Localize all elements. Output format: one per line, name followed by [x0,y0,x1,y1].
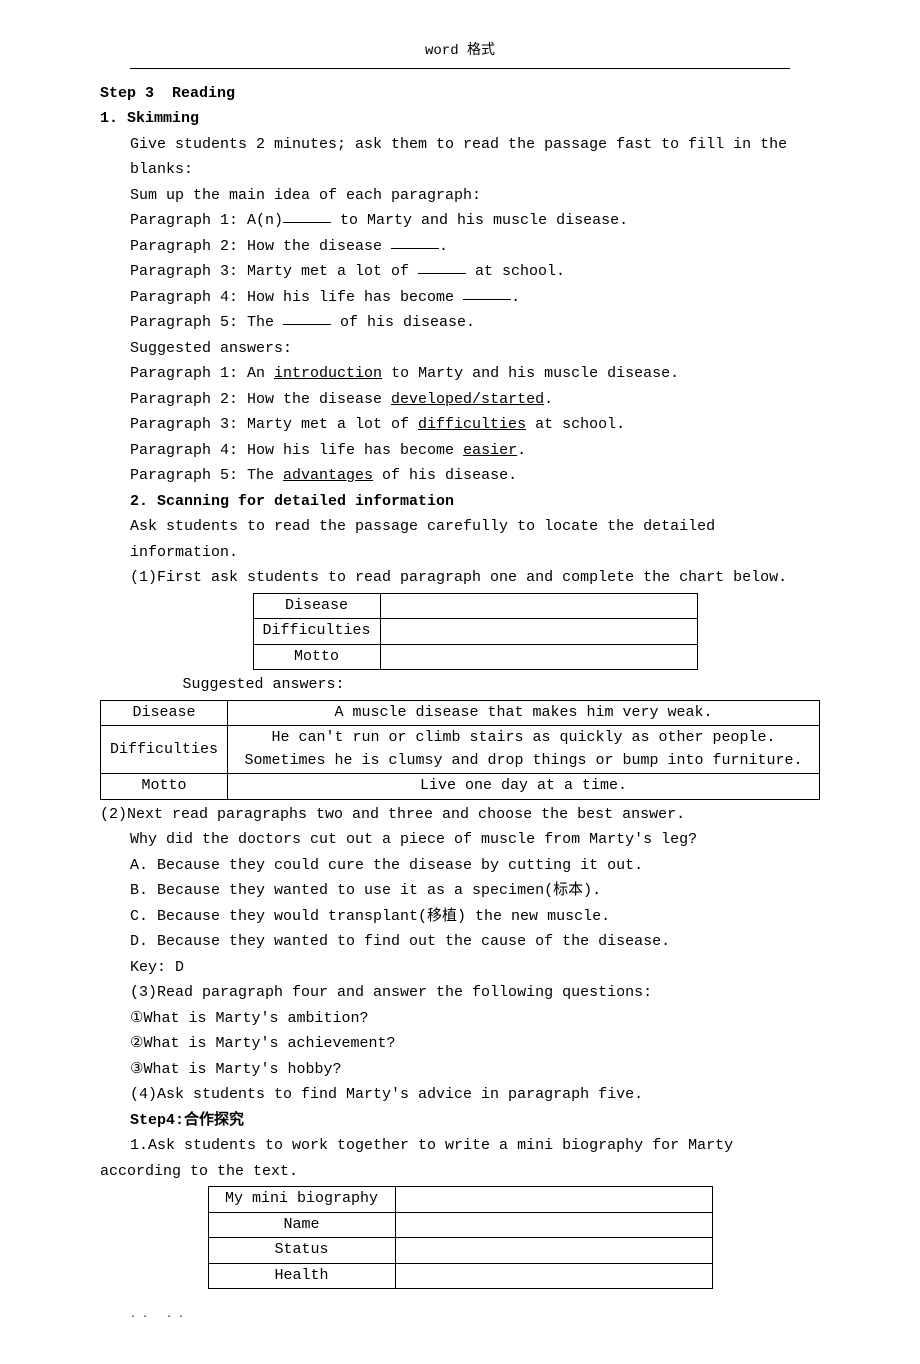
blank-cell[interactable] [395,1187,712,1213]
table-row: Health [208,1263,712,1289]
cell-disease: Disease [253,593,380,619]
blank-input[interactable] [283,207,331,223]
skimming-intro: Give students 2 minutes; ask them to rea… [130,132,820,183]
blank-cell[interactable] [395,1212,712,1238]
a3: Paragraph 3: Marty met a lot of difficul… [130,412,820,438]
header-rule [130,68,790,69]
table-row: Motto [253,644,697,670]
chart-answers-table: Disease A muscle disease that makes him … [100,700,820,800]
cell-difficulties-answer: He can't run or climb stairs as quickly … [228,726,820,774]
header-title: word 格式 [425,43,495,59]
p2-blank: Paragraph 2: How the disease . [130,234,820,260]
table-row: My mini biography [208,1187,712,1213]
blank-cell[interactable] [380,619,697,645]
page-header: word 格式 [100,40,820,68]
step3-title: Step 3 Reading [100,81,820,107]
a1: Paragraph 1: An introduction to Marty an… [130,361,820,387]
q3-a: ①What is Marty's ambition? [130,1006,820,1032]
table-row: Disease [253,593,697,619]
cell-disease-answer: A muscle disease that makes him very wea… [228,700,820,726]
a2: Paragraph 2: How the disease developed/s… [130,387,820,413]
chart-blank-table: Disease Difficulties Motto [253,593,698,671]
table-row: Difficulties He can't run or climb stair… [101,726,820,774]
blank-cell[interactable] [395,1238,712,1264]
q3-c: ③What is Marty's hobby? [130,1057,820,1083]
q2-option-b: B. Because they wanted to use it as a sp… [130,878,820,904]
document-page: word 格式 Step 3 Reading 1. Skimming Give … [0,0,920,1364]
scanning-q4: (4)Ask students to find Marty's advice i… [130,1082,820,1108]
p3-blank: Paragraph 3: Marty met a lot of at schoo… [130,259,820,285]
step4-title: Step4:合作探究 [130,1108,820,1134]
suggested-answers-label: Suggested answers: [130,336,820,362]
scanning-q3: (3)Read paragraph four and answer the fo… [130,980,820,1006]
blank-cell[interactable] [395,1263,712,1289]
blank-input[interactable] [391,233,439,249]
blank-input[interactable] [283,309,331,325]
cell-motto: Motto [101,774,228,800]
p4-blank: Paragraph 4: How his life has become . [130,285,820,311]
q3-b: ②What is Marty's achievement? [130,1031,820,1057]
cell-motto: Motto [253,644,380,670]
footer-dots: .. .. [100,1307,820,1324]
a4: Paragraph 4: How his life has become eas… [130,438,820,464]
cell-disease: Disease [101,700,228,726]
cell-motto-answer: Live one day at a time. [228,774,820,800]
blank-input[interactable] [463,284,511,300]
table-row: Motto Live one day at a time. [101,774,820,800]
p5-blank: Paragraph 5: The of his disease. [130,310,820,336]
a5: Paragraph 5: The advantages of his disea… [130,463,820,489]
q2-question: Why did the doctors cut out a piece of m… [130,827,820,853]
cell-biography-header: My mini biography [208,1187,395,1213]
scanning-q1: (1)First ask students to read paragraph … [130,565,820,591]
q2-option-d: D. Because they wanted to find out the c… [130,929,820,955]
cell-health: Health [208,1263,395,1289]
mini-biography-table: My mini biography Name Status Health [208,1186,713,1289]
table-row: Difficulties [253,619,697,645]
q2-key: Key: D [130,955,820,981]
table-row: Disease A muscle disease that makes him … [101,700,820,726]
scanning-intro: Ask students to read the passage careful… [130,514,820,565]
p1-blank: Paragraph 1: A(n) to Marty and his muscl… [130,208,820,234]
step4-intro: 1.Ask students to work together to write… [100,1133,820,1184]
skimming-sumup: Sum up the main idea of each paragraph: [130,183,820,209]
blank-input[interactable] [418,258,466,274]
q2-option-c: C. Because they would transplant(移植) the… [130,904,820,930]
table-row: Status [208,1238,712,1264]
scanning-title: 2. Scanning for detailed information [130,489,820,515]
cell-name: Name [208,1212,395,1238]
cell-difficulties: Difficulties [253,619,380,645]
blank-cell[interactable] [380,644,697,670]
q2-option-a: A. Because they could cure the disease b… [130,853,820,879]
scanning-q2: (2)Next read paragraphs two and three an… [100,802,820,828]
table-row: Name [208,1212,712,1238]
blank-cell[interactable] [380,593,697,619]
cell-status: Status [208,1238,395,1264]
suggested-answers-label-2: Suggested answers: [130,672,820,698]
cell-difficulties: Difficulties [101,726,228,774]
skimming-title: 1. Skimming [100,106,820,132]
